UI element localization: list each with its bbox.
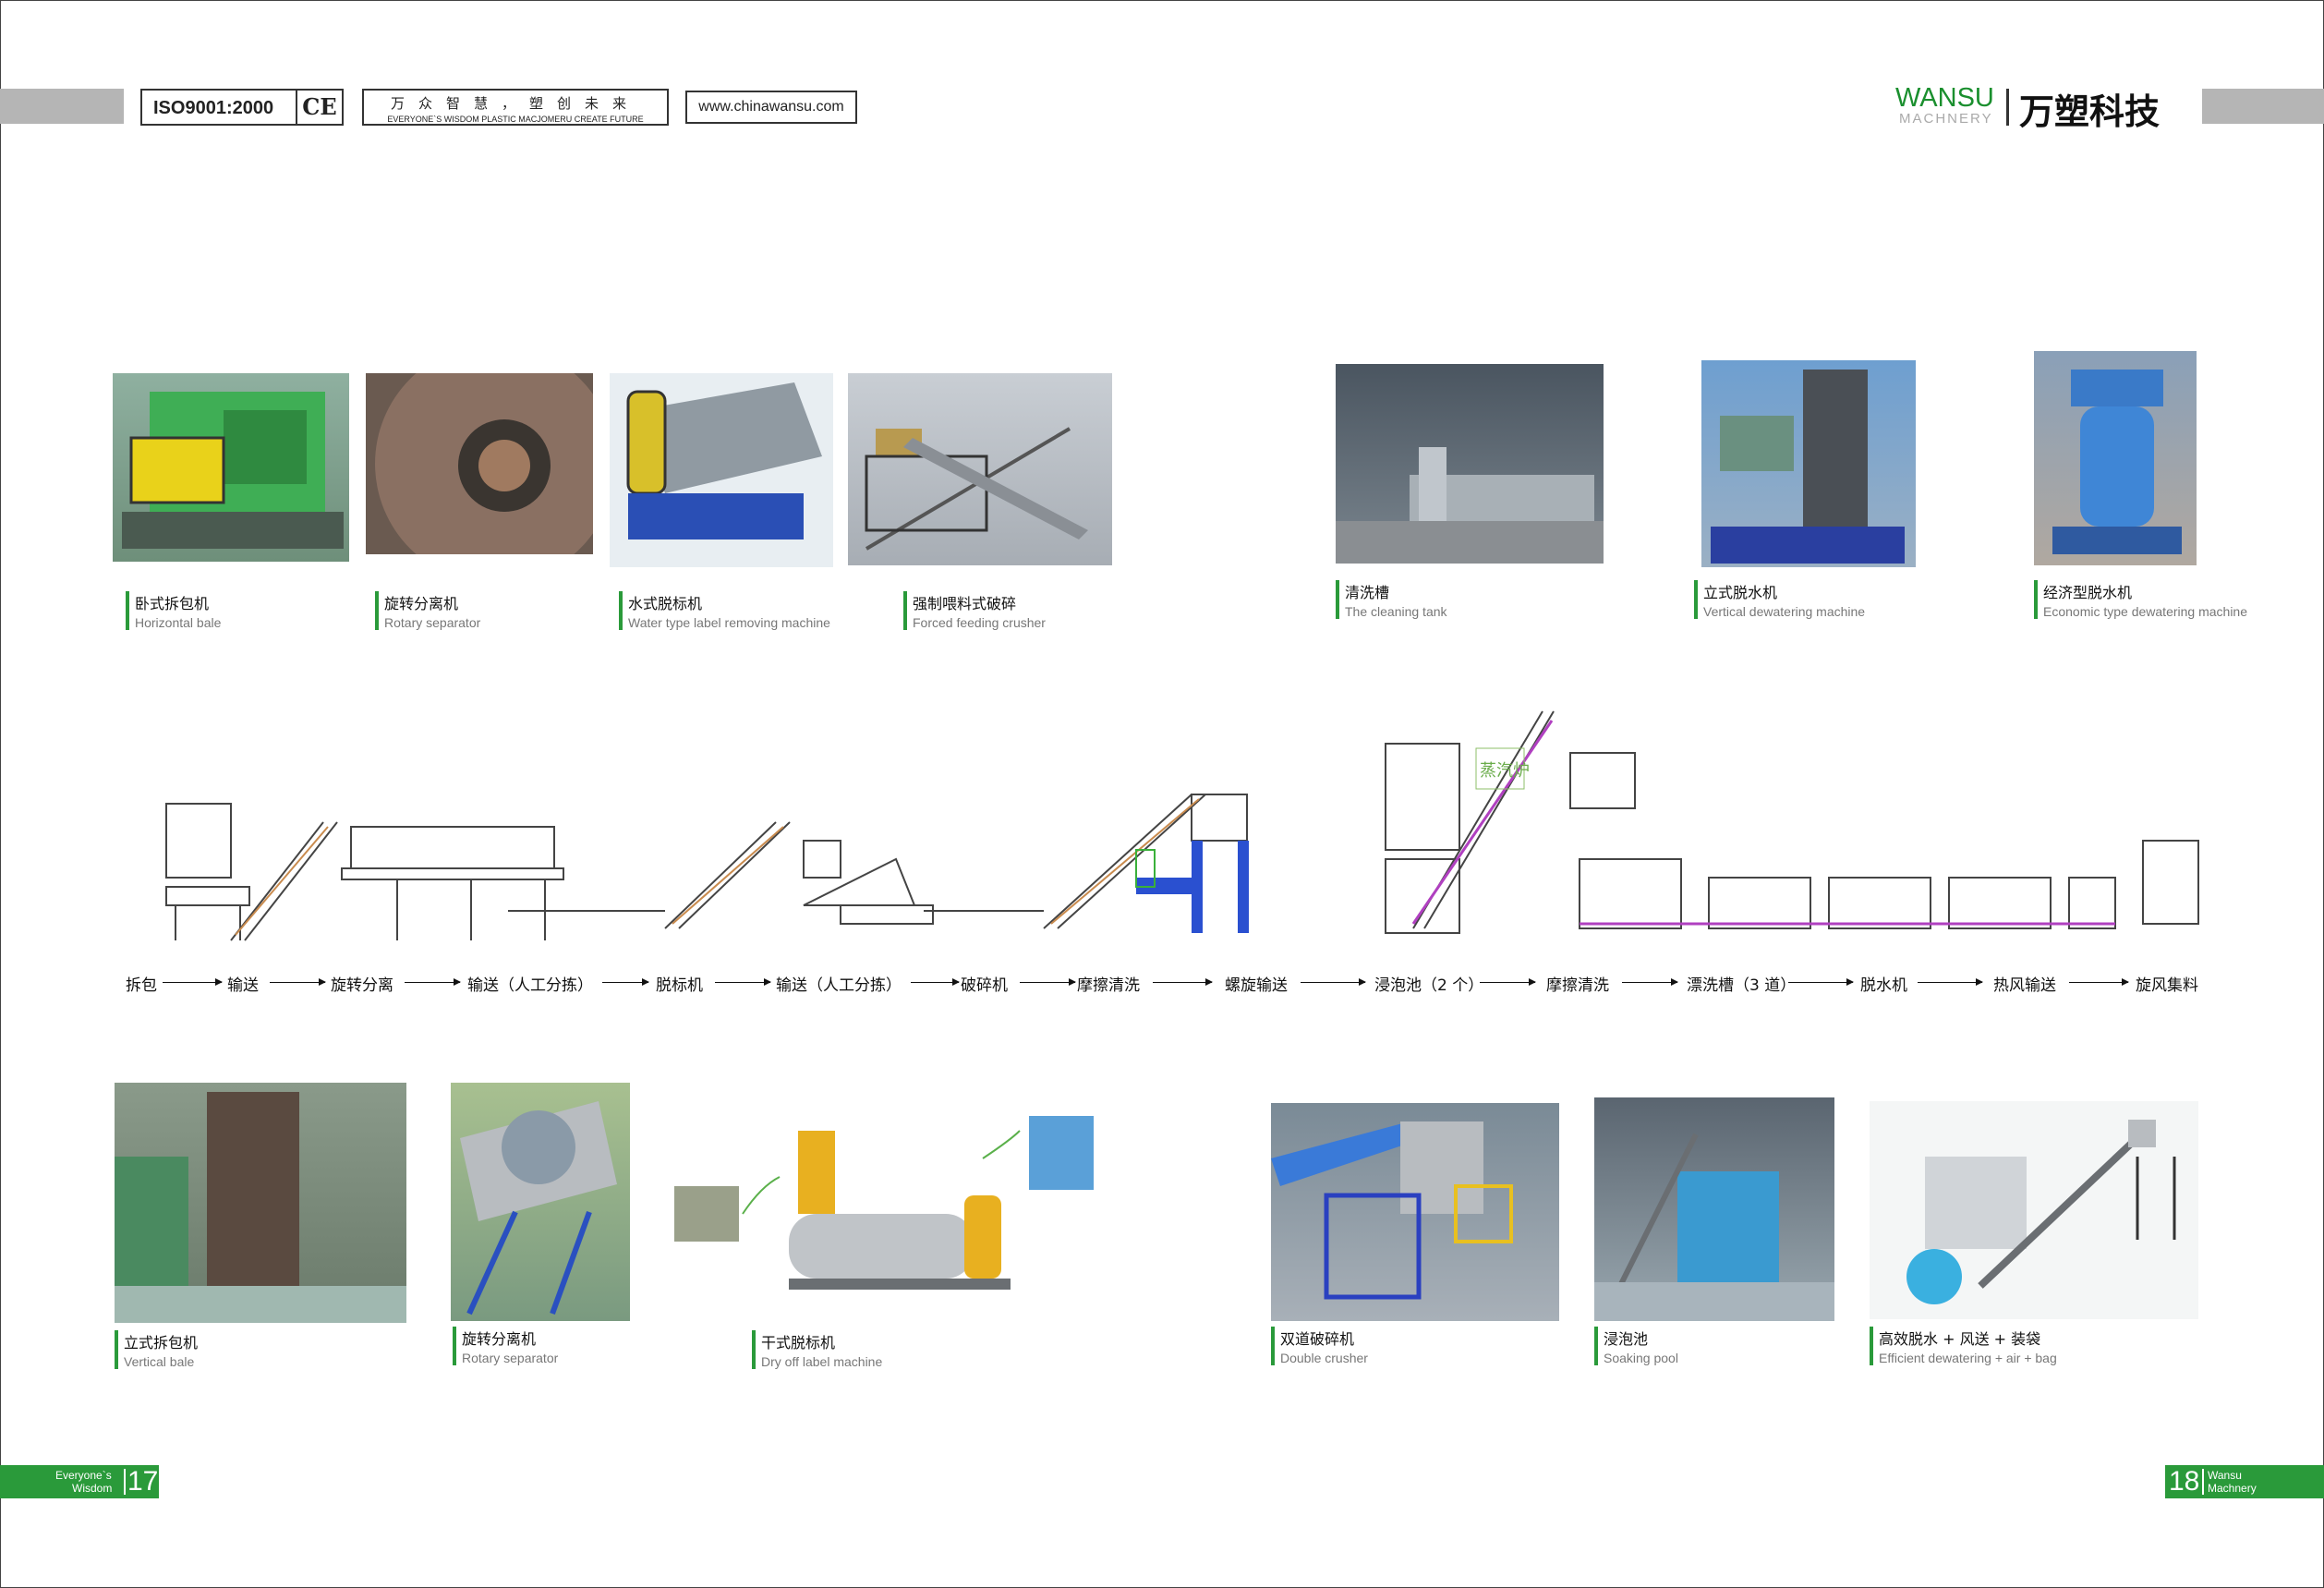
slogan-cn: 万众智慧，塑创未来 xyxy=(390,95,640,112)
footer-right-divider xyxy=(2202,1469,2204,1495)
footer-left-text-2: Wisdom xyxy=(72,1482,113,1495)
flow-step-friction-wash: 摩擦清洗 xyxy=(1077,976,1140,995)
caption-forced-feeding-crusher: 强制喂料式破碎 Forced feeding crusher xyxy=(903,591,1046,630)
flow-arrow xyxy=(1020,978,1076,986)
flow-arrow xyxy=(2069,978,2129,986)
caption-rotary-separator: 旋转分离机 Rotary separator xyxy=(375,591,480,630)
website-link[interactable]: www.chinawansu.com xyxy=(685,91,857,124)
iso-text: ISO9001:2000 xyxy=(153,98,274,118)
caption-double-crusher: 双道破碎机 Double crusher xyxy=(1271,1327,1368,1365)
flow-step-rinse-tank: 漂洗槽（3 道） xyxy=(1687,976,1797,995)
caption-economic-dewatering: 经济型脱水机 Economic type dewatering machine xyxy=(2034,580,2247,619)
flow-step-convey: 输送 xyxy=(227,976,259,995)
footer-left-text-1: Everyone`s xyxy=(55,1469,112,1482)
flow-step-friction-wash-2: 摩擦清洗 xyxy=(1546,976,1609,995)
footer-left-divider xyxy=(124,1469,126,1495)
caption-soaking-pool: 浸泡池 Soaking pool xyxy=(1594,1327,1678,1365)
footer-right: 18 Wansu Machnery xyxy=(2165,1465,2324,1498)
flow-arrow xyxy=(405,978,461,986)
brand-name-cn: 万塑科技 xyxy=(2019,91,2161,132)
flow-step-crusher: 破碎机 xyxy=(961,976,1008,995)
flow-step-soak-pool: 浸泡池（2 个） xyxy=(1374,976,1484,995)
photo-vertical-bale xyxy=(115,1083,406,1323)
photo-horizontal-bale xyxy=(113,373,349,562)
slogan-box: 万众智慧，塑创未来 EVERYONE`S WISDOM PLASTIC MACJ… xyxy=(362,89,669,126)
flow-arrow xyxy=(1301,978,1366,986)
flow-step-cyclone: 旋风集料 xyxy=(2136,976,2198,995)
photo-vertical-dewatering xyxy=(1701,360,1916,567)
photo-cleaning-tank xyxy=(1336,364,1604,564)
caption-rotary-separator-2: 旋转分离机 Rotary separator xyxy=(453,1327,558,1365)
flow-arrow xyxy=(1622,978,1678,986)
caption-dewater-air-bag: 高效脱水 + 风送 + 装袋 Efficient dewatering + air… xyxy=(1870,1327,2057,1365)
flow-step-label-remover: 脱标机 xyxy=(656,976,703,995)
photo-rotary-separator-2 xyxy=(451,1083,630,1321)
footer-right-text-1: Wansu xyxy=(2208,1469,2242,1482)
footer-right-text-2: Machnery xyxy=(2208,1482,2257,1495)
process-line-diagram: 蒸汽炉 xyxy=(165,710,2199,941)
boiler-label: 蒸汽炉 xyxy=(1480,761,1530,781)
flow-step-unpack: 拆包 xyxy=(126,976,157,995)
flow-arrow xyxy=(270,978,326,986)
brand-sub: MACHNERY xyxy=(1899,111,1993,127)
flow-arrow xyxy=(715,978,771,986)
flow-arrow xyxy=(1788,978,1854,986)
photo-water-label-remover xyxy=(610,373,833,567)
flow-arrow xyxy=(1918,978,1983,986)
photo-soaking-pool xyxy=(1594,1097,1834,1321)
flow-step-rotary-separate: 旋转分离 xyxy=(331,976,393,995)
photo-double-crusher xyxy=(1271,1103,1559,1321)
header-bar-right xyxy=(2202,89,2324,124)
caption-water-label-remover: 水式脱标机 Water type label removing machine xyxy=(619,591,830,630)
photo-dry-label-remover xyxy=(669,1103,1103,1315)
flow-step-dewater: 脱水机 xyxy=(1860,976,1907,995)
flow-arrow xyxy=(1480,978,1536,986)
flow-step-screw-convey: 螺旋输送 xyxy=(1225,976,1288,995)
flow-arrow xyxy=(602,978,649,986)
header-bar-left xyxy=(0,89,124,124)
caption-horizontal-bale: 卧式拆包机 Horizontal bale xyxy=(126,591,221,630)
slogan-en: EVERYONE`S WISDOM PLASTIC MACJOMERU CREA… xyxy=(387,115,644,124)
brand-divider xyxy=(2006,89,2009,126)
flow-step-convey-manual-2: 输送（人工分拣） xyxy=(776,976,902,995)
page-number-left: 17 xyxy=(127,1466,159,1497)
brand-name-en: WANSU xyxy=(1895,83,1994,113)
ce-mark: CE xyxy=(296,91,342,124)
flow-arrow xyxy=(911,978,960,986)
flow-step-hot-air: 热风输送 xyxy=(1993,976,2056,995)
flow-arrow xyxy=(1153,978,1213,986)
caption-cleaning-tank: 清洗槽 The cleaning tank xyxy=(1336,580,1447,619)
flow-arrow xyxy=(163,978,223,986)
caption-vertical-bale: 立式拆包机 Vertical bale xyxy=(115,1330,198,1369)
flow-step-convey-manual: 输送（人工分拣） xyxy=(467,976,593,995)
page-number-right: 18 xyxy=(2169,1466,2200,1497)
caption-vertical-dewatering: 立式脱水机 Vertical dewatering machine xyxy=(1694,580,1865,619)
brand-logo: WANSU MACHNERY 万塑科技 xyxy=(1895,83,2200,132)
photo-dewater-air-bag xyxy=(1870,1101,2198,1319)
footer-left: Everyone`s Wisdom 17 xyxy=(0,1465,159,1498)
photo-rotary-separator xyxy=(366,373,593,554)
iso-badge: ISO9001:2000 CE xyxy=(140,89,344,126)
photo-economic-dewatering xyxy=(2034,351,2197,565)
photo-forced-feeding-crusher xyxy=(848,373,1112,565)
caption-dry-label-remover: 干式脱标机 Dry off label machine xyxy=(752,1330,882,1369)
